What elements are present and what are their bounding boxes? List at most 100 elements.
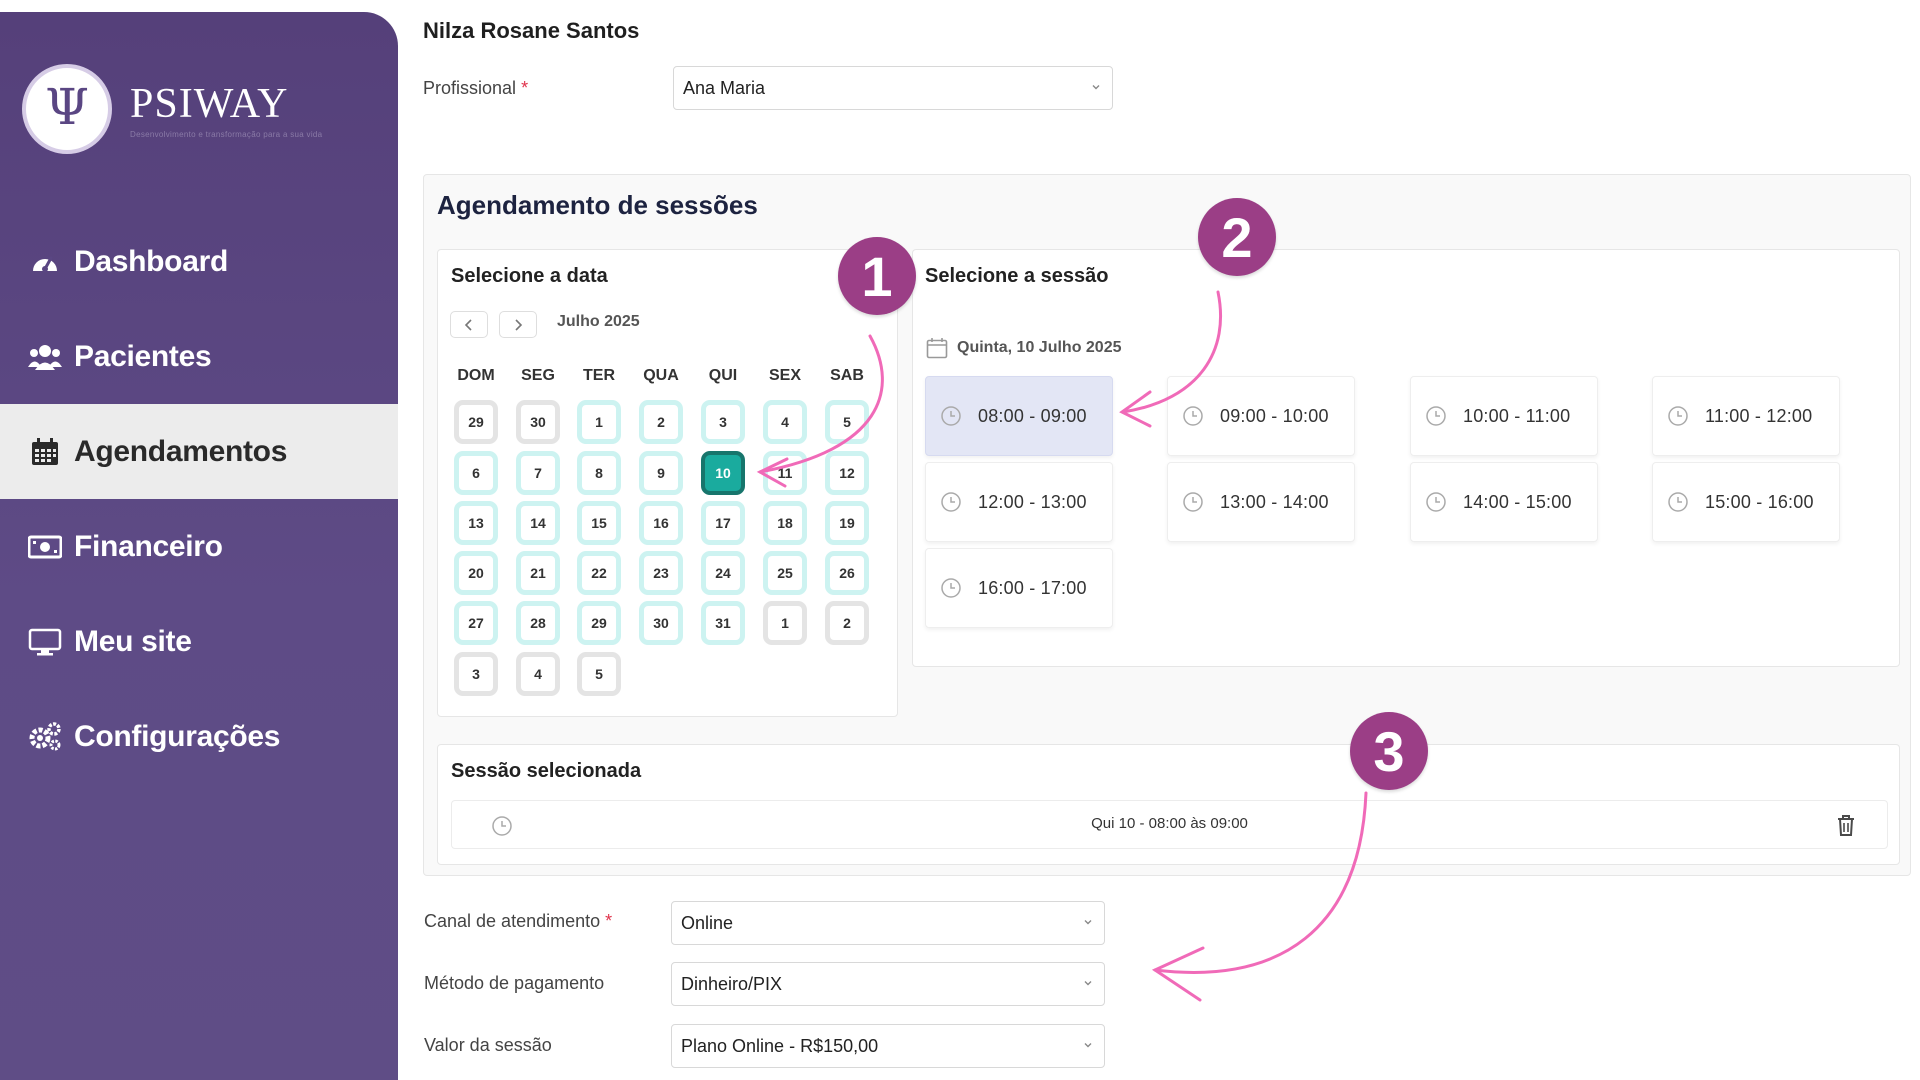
sidebar-item-label: Financeiro [74, 529, 223, 563]
clock-icon [1183, 492, 1203, 512]
calendar-day[interactable]: 2 [825, 601, 869, 645]
sidebar-item-configuracoes[interactable]: Configurações [0, 689, 398, 784]
calendar-day[interactable]: 3 [454, 652, 498, 696]
calendar-day[interactable]: 31 [701, 601, 745, 645]
payment-select[interactable]: Dinheiro/PIX [671, 962, 1105, 1006]
patient-name: Nilza Rosane Santos [423, 18, 640, 43]
session-slot[interactable]: 12:00 - 13:00 [925, 462, 1113, 542]
chevron-down-icon [1092, 85, 1100, 90]
calendar-day[interactable]: 8 [577, 451, 621, 495]
clock-icon [1668, 406, 1688, 426]
calendar-day[interactable]: 5 [577, 652, 621, 696]
session-slot-label: 16:00 - 17:00 [978, 577, 1087, 598]
session-slot-label: 08:00 - 09:00 [978, 405, 1087, 426]
sidebar-item-meu-site[interactable]: Meu site [0, 594, 398, 689]
calendar-day[interactable]: 7 [516, 451, 560, 495]
session-slot[interactable]: 14:00 - 15:00 [1410, 462, 1598, 542]
session-slot-label: 12:00 - 13:00 [978, 491, 1087, 512]
calendar-day[interactable]: 29 [454, 400, 498, 444]
calendar-day[interactable]: 9 [639, 451, 683, 495]
calendar-icon [926, 338, 948, 359]
calendar-day[interactable]: 27 [454, 601, 498, 645]
clock-icon [1426, 492, 1446, 512]
session-slot[interactable]: 16:00 - 17:00 [925, 548, 1113, 628]
calendar-next-button[interactable] [499, 311, 537, 338]
trash-icon[interactable] [1835, 813, 1857, 837]
price-select[interactable]: Plano Online - R$150,00 [671, 1024, 1105, 1068]
calendar-day[interactable]: 20 [454, 551, 498, 595]
session-slot-label: 15:00 - 16:00 [1705, 491, 1814, 512]
calendar-day[interactable]: 30 [516, 400, 560, 444]
brand-logo[interactable]: Ψ PSIWAY Desenvolvimento e transformação… [22, 64, 322, 154]
calendar-day[interactable]: 26 [825, 551, 869, 595]
calendar-day[interactable]: 18 [763, 501, 807, 545]
calendar-day[interactable]: 4 [763, 400, 807, 444]
sidebar-nav: Dashboard Pacientes Agendamentos Finance… [0, 214, 398, 784]
sidebar: Ψ PSIWAY Desenvolvimento e transformação… [0, 12, 398, 1080]
calendar-month: Julho 2025 [557, 313, 640, 330]
session-slot[interactable]: 11:00 - 12:00 [1652, 376, 1840, 456]
calendar-weekday: QUI [708, 367, 738, 384]
clock-icon [1426, 406, 1446, 426]
calendar-prev-button[interactable] [450, 311, 488, 338]
calendar-day[interactable]: 23 [639, 551, 683, 595]
calendar-day[interactable]: 17 [701, 501, 745, 545]
calendar-day[interactable]: 6 [454, 451, 498, 495]
calendar-day[interactable]: 15 [577, 501, 621, 545]
monitor-icon [28, 627, 62, 657]
calendar-day[interactable]: 24 [701, 551, 745, 595]
date-card-title: Selecione a data [451, 265, 608, 287]
step-badge-2: 2 [1198, 198, 1276, 276]
sidebar-item-pacientes[interactable]: Pacientes [0, 309, 398, 404]
calendar-day[interactable]: 1 [577, 400, 621, 444]
session-slot[interactable]: 15:00 - 16:00 [1652, 462, 1840, 542]
users-icon [28, 342, 62, 372]
arrow-3-head [1151, 946, 1205, 1002]
calendar-day[interactable]: 16 [639, 501, 683, 545]
calendar-weekday: QUA [643, 367, 679, 384]
clock-icon [1668, 492, 1688, 512]
calendar-day[interactable]: 25 [763, 551, 807, 595]
calendar-day[interactable]: 21 [516, 551, 560, 595]
calendar-weekday: SAB [830, 367, 864, 384]
calendar-day[interactable]: 5 [825, 400, 869, 444]
calendar-day[interactable]: 13 [454, 501, 498, 545]
selected-session-title: Sessão selecionada [451, 760, 642, 782]
money-icon [28, 532, 62, 562]
sidebar-item-financeiro[interactable]: Financeiro [0, 499, 398, 594]
session-slot[interactable]: 13:00 - 14:00 [1167, 462, 1355, 542]
calendar-day[interactable]: 28 [516, 601, 560, 645]
professional-select[interactable]: Ana Maria [673, 66, 1113, 110]
calendar-day[interactable]: 12 [825, 451, 869, 495]
calendar-day[interactable]: 30 [639, 601, 683, 645]
calendar-day[interactable]: 19 [825, 501, 869, 545]
gauge-icon [28, 247, 62, 277]
psi-logo-icon: Ψ [22, 64, 112, 154]
chevron-down-icon [1084, 920, 1092, 925]
calendar-day[interactable]: 29 [577, 601, 621, 645]
calendar-day[interactable]: 4 [516, 652, 560, 696]
professional-label: Profissional * [423, 78, 529, 98]
chevron-down-icon [1084, 981, 1092, 986]
calendar-day[interactable]: 22 [577, 551, 621, 595]
step-badge-3: 3 [1350, 712, 1428, 790]
session-slot[interactable]: 08:00 - 09:00 [925, 376, 1113, 456]
calendar-day[interactable]: 1 [763, 601, 807, 645]
calendar-day[interactable]: 3 [701, 400, 745, 444]
calendar-day[interactable]: 10 [701, 451, 745, 495]
chevron-down-icon [1084, 1043, 1092, 1048]
session-slot[interactable]: 09:00 - 10:00 [1167, 376, 1355, 456]
calendar-day[interactable]: 2 [639, 400, 683, 444]
sidebar-item-label: Configurações [74, 719, 281, 753]
chevron-right-icon [515, 318, 523, 331]
session-slot[interactable]: 10:00 - 11:00 [1410, 376, 1598, 456]
session-slot-label: 13:00 - 14:00 [1220, 491, 1329, 512]
calendar-day[interactable]: 11 [763, 451, 807, 495]
sidebar-item-agendamentos[interactable]: Agendamentos [0, 404, 398, 499]
sidebar-item-dashboard[interactable]: Dashboard [0, 214, 398, 309]
channel-select[interactable]: Online [671, 901, 1105, 945]
calendar-icon [28, 437, 62, 467]
step-badge-1: 1 [838, 237, 916, 315]
sidebar-item-label: Pacientes [74, 339, 212, 373]
calendar-day[interactable]: 14 [516, 501, 560, 545]
